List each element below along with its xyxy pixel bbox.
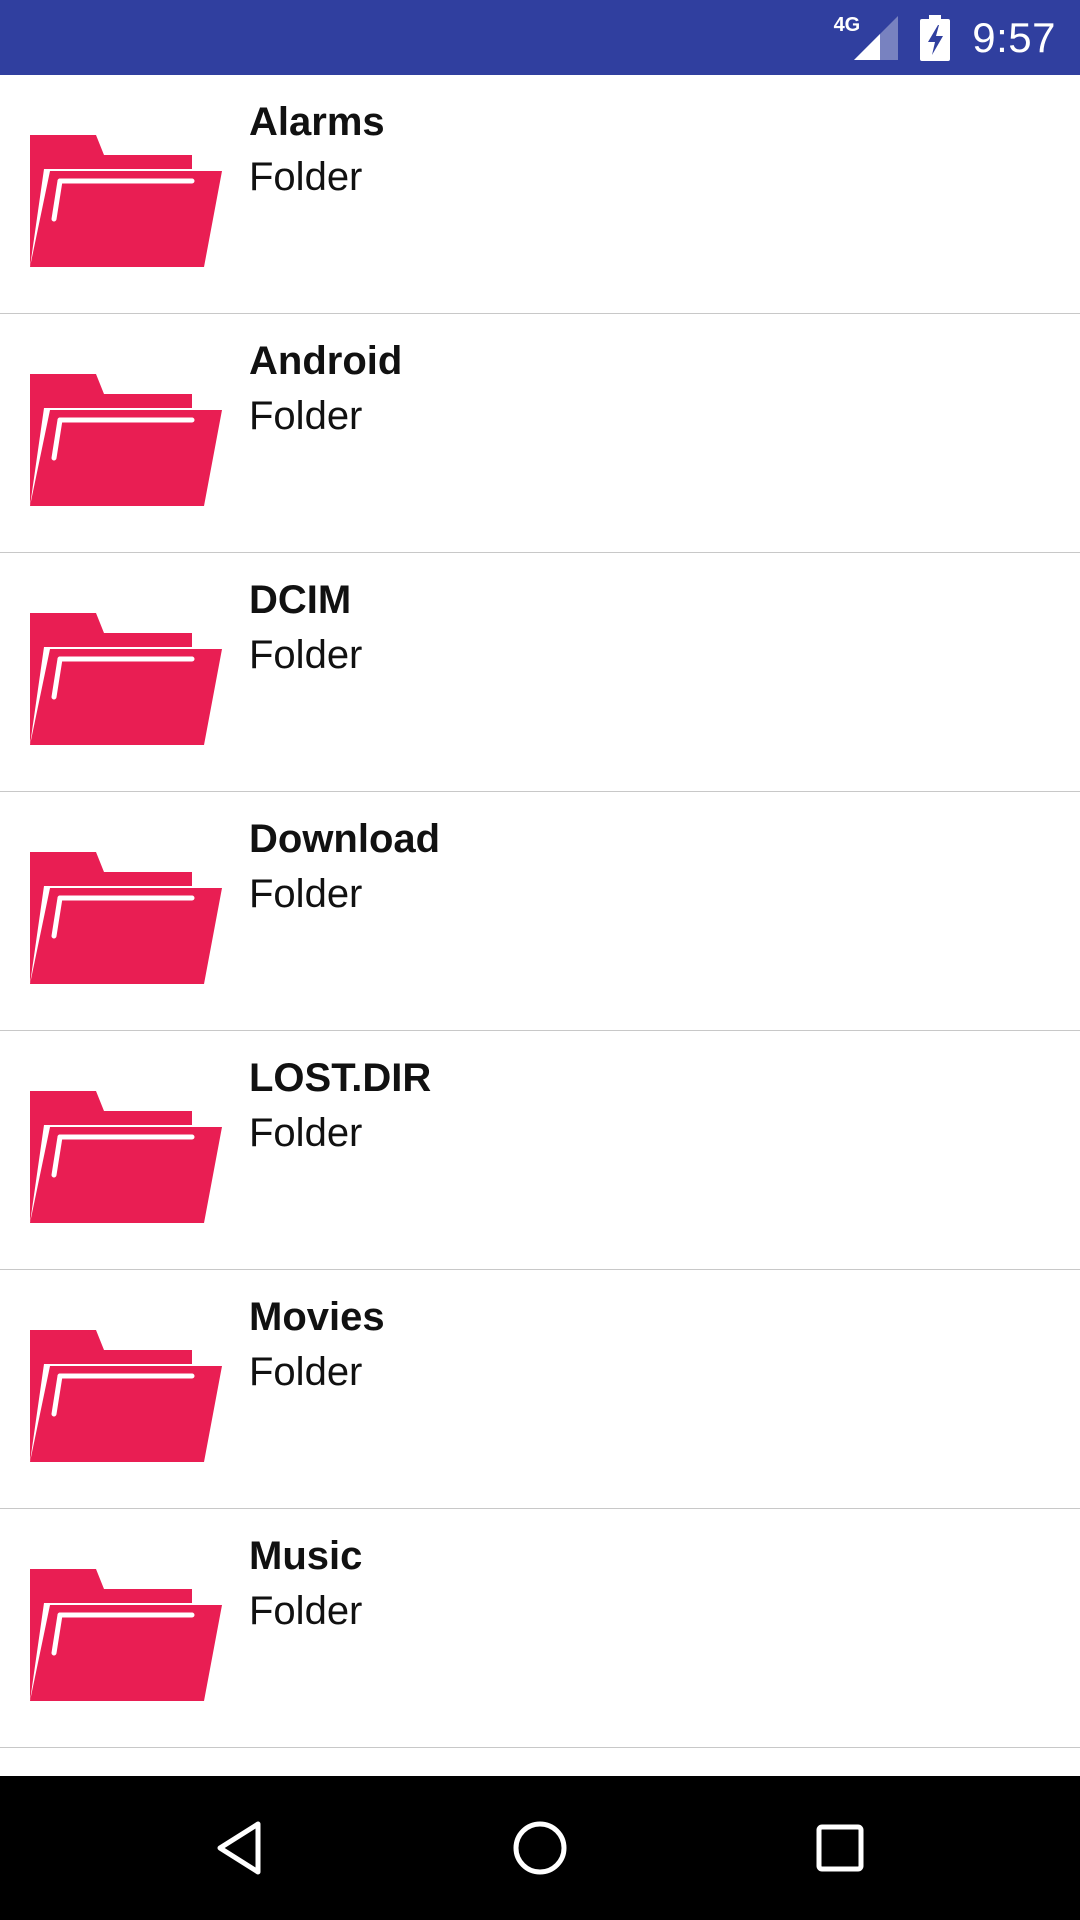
folder-name: Music [249,1534,363,1578]
folder-text: Movies Folder [249,1292,385,1402]
folder-text: Alarms Folder [249,97,385,207]
folder-name: LOST.DIR [249,1056,432,1100]
battery-charging-icon [920,14,951,61]
home-icon [513,1821,567,1875]
folder-text: Android Folder [249,336,402,446]
folder-icon [30,1330,222,1462]
folder-name: Download [249,817,441,861]
folder-list-item[interactable]: LOST.DIR Folder [0,1031,1080,1270]
folder-name: Alarms [249,100,385,144]
folder-icon [30,852,222,984]
folder-type: Folder [249,633,363,677]
folder-type: Folder [249,1589,363,1633]
folder-text: DCIM Folder [249,575,362,685]
folder-name: Movies [249,1295,385,1339]
folder-icon [30,135,222,267]
recents-icon [816,1824,864,1872]
folder-icon [30,1569,222,1701]
back-button[interactable] [190,1798,290,1898]
back-icon [217,1821,261,1875]
clock: 9:57 [972,13,1056,61]
folder-list-item[interactable]: Alarms Folder [0,75,1080,314]
folder-type: Folder [249,1350,363,1394]
network-type-label: 4G [833,14,861,36]
folder-type: Folder [249,155,363,199]
folder-text: Music Folder [249,1531,362,1641]
folder-icon [30,1091,222,1223]
status-icons: 4G 9:57 [834,0,1056,75]
folder-name: Android [249,339,403,383]
folder-list-item[interactable]: DCIM Folder [0,553,1080,792]
folder-icon [30,613,222,745]
navigation-bar [0,1776,1080,1920]
folder-list-item[interactable]: Android Folder [0,314,1080,553]
folder-type: Folder [249,394,363,438]
home-button[interactable] [490,1798,590,1898]
folder-icon [30,374,222,506]
folder-type: Folder [249,872,363,916]
folder-type: Folder [249,1111,363,1155]
folder-list-item[interactable]: Music Folder [0,1509,1080,1748]
folder-list-item[interactable]: Download Folder [0,792,1080,1031]
folder-text: Download Folder [249,814,440,924]
recents-button[interactable] [790,1798,890,1898]
folder-text: LOST.DIR Folder [249,1053,431,1163]
folder-list: Alarms Folder Android Folder DCIM Folder [0,75,1080,1776]
signal-icon [854,15,899,60]
status-bar: 4G 9:57 [0,0,1080,75]
folder-list-item[interactable]: Movies Folder [0,1270,1080,1509]
folder-name: DCIM [249,578,352,622]
